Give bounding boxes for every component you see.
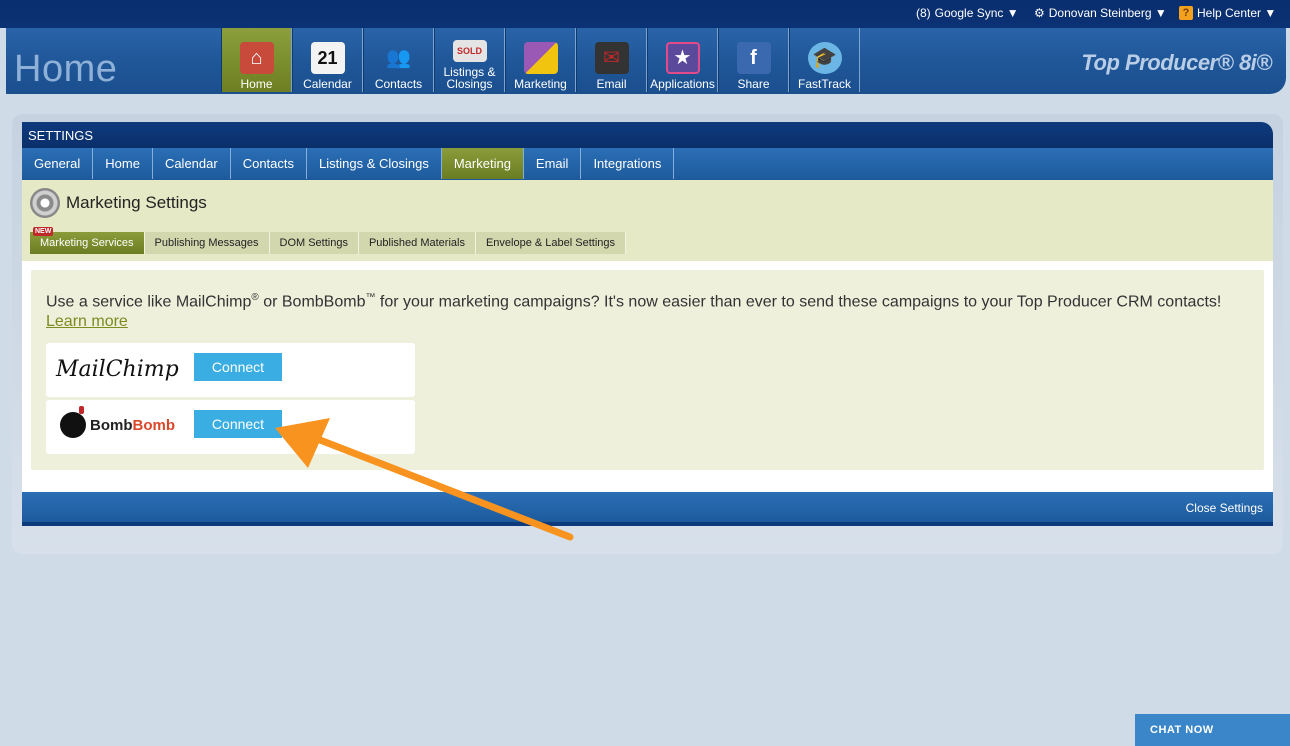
mailchimp-connect-button[interactable]: Connect (194, 353, 282, 381)
nav-share[interactable]: f Share (718, 28, 789, 92)
subtab-dom-settings[interactable]: DOM Settings (269, 232, 359, 254)
subtab-publishing-messages[interactable]: Publishing Messages (144, 232, 270, 254)
intro-part: or BombBomb (258, 293, 366, 311)
nav-label: Share (737, 77, 770, 91)
close-settings-link[interactable]: Close Settings (1186, 501, 1263, 515)
applications-icon: ★ (665, 42, 700, 74)
user-menu[interactable]: ⚙ Donovan Steinberg ▼ (1034, 6, 1167, 20)
nav-label: Applications (650, 77, 715, 91)
help-icon: ? (1179, 6, 1193, 20)
page-title: Home (14, 48, 118, 90)
nav-label: Home (240, 77, 273, 91)
nav-label: FastTrack (798, 77, 851, 91)
tab-contacts[interactable]: Contacts (231, 148, 308, 179)
brand-logo: Top Producer® 8i® (1081, 50, 1272, 75)
new-badge: NEW (33, 227, 54, 236)
tab-email[interactable]: Email (524, 148, 582, 179)
nav-label: Email (596, 77, 627, 91)
settings-tabs: General Home Calendar Contacts Listings … (22, 148, 1273, 180)
tab-integrations[interactable]: Integrations (581, 148, 675, 179)
intro-part: for your marketing campaigns? It's now e… (375, 293, 1222, 311)
subtab-envelope-label-settings[interactable]: Envelope & Label Settings (475, 232, 627, 254)
nav-fasttrack[interactable]: 🎓 FastTrack (789, 28, 860, 92)
bombbomb-row: BombBomb Connect (46, 400, 415, 454)
share-icon: f (736, 42, 771, 74)
bombbomb-connect-button[interactable]: Connect (194, 410, 282, 438)
nav-contacts[interactable]: 👥 Contacts (363, 28, 434, 92)
trademark-mark: ™ (365, 292, 376, 303)
house-icon: ⌂ (239, 42, 274, 74)
nav-label: Calendar (303, 77, 352, 91)
registered-mark: ® (251, 292, 259, 303)
bombbomb-wordmark: BombBomb (90, 416, 175, 434)
main-nav: ⌂ Home 21 Calendar 👥 Contacts SOLD Listi… (221, 28, 860, 92)
tab-calendar[interactable]: Calendar (153, 148, 231, 179)
nav-listings-closings[interactable]: SOLD Listings & Closings (434, 28, 505, 92)
marketing-subtabs: NEW Marketing Services Publishing Messag… (30, 227, 627, 254)
learn-more-link[interactable]: Learn more (46, 313, 128, 330)
subtab-published-materials[interactable]: Published Materials (358, 232, 476, 254)
settings-panel: SETTINGS General Home Calendar Contacts … (12, 114, 1283, 554)
intro-text: Use a service like MailChimp® or BombBom… (46, 288, 1246, 332)
nav-home[interactable]: ⌂ Home (221, 28, 292, 92)
google-sync-menu[interactable]: (8) Google Sync ▼ (916, 6, 1019, 20)
gear-icon: ⚙ (1034, 6, 1045, 20)
help-center-label: Help Center ▼ (1197, 6, 1277, 20)
mailchimp-logo: MailChimp (56, 357, 179, 382)
settings-footer: Close Settings (22, 492, 1273, 526)
nav-email[interactable]: ✉ Email (576, 28, 647, 92)
chat-now-button[interactable]: CHAT NOW (1135, 714, 1290, 746)
nav-label: Marketing (514, 77, 567, 91)
contacts-icon: 👥 (386, 47, 411, 69)
settings-gear-icon (30, 188, 60, 218)
nav-label: Listings & Closings (443, 65, 496, 91)
nav-label: Contacts (374, 77, 423, 91)
top-bar: (8) Google Sync ▼ ⚙ Donovan Steinberg ▼ … (0, 0, 1290, 28)
google-sync-icon: (8) (916, 6, 931, 20)
tab-listings-closings[interactable]: Listings & Closings (307, 148, 442, 179)
bombbomb-logo: BombBomb (60, 406, 175, 438)
tab-home[interactable]: Home (93, 148, 153, 179)
google-sync-label: Google Sync ▼ (934, 6, 1019, 20)
marketing-services-content: Use a service like MailChimp® or BombBom… (22, 261, 1273, 492)
nav-calendar[interactable]: 21 Calendar (292, 28, 363, 92)
tab-marketing[interactable]: Marketing (441, 148, 524, 179)
calendar-icon: 21 (310, 42, 345, 74)
tab-general[interactable]: General (22, 148, 94, 179)
app-header: Home ⌂ Home 21 Calendar 👥 Contacts SOLD … (6, 28, 1286, 94)
mailchimp-row: MailChimp Connect (46, 343, 415, 397)
nav-applications[interactable]: ★ Applications (647, 28, 718, 92)
services-box: Use a service like MailChimp® or BombBom… (31, 270, 1264, 470)
puzzle-icon (523, 42, 558, 74)
section-title: Marketing Settings (66, 193, 207, 212)
marketing-settings-header: Marketing Settings NEW Marketing Service… (22, 180, 1273, 261)
mailbox-icon: ✉ (594, 42, 629, 74)
subtab-label: Marketing Services (40, 237, 134, 249)
graduation-cap-icon: 🎓 (807, 42, 842, 74)
intro-part: Use a service like MailChimp (46, 293, 252, 311)
user-name: Donovan Steinberg ▼ (1048, 6, 1167, 20)
bomb-icon (60, 406, 86, 438)
help-center-menu[interactable]: ? Help Center ▼ (1179, 6, 1276, 20)
subtab-marketing-services[interactable]: NEW Marketing Services (30, 227, 145, 254)
sold-sign-icon: SOLD (452, 40, 487, 62)
nav-marketing[interactable]: Marketing (505, 28, 576, 92)
